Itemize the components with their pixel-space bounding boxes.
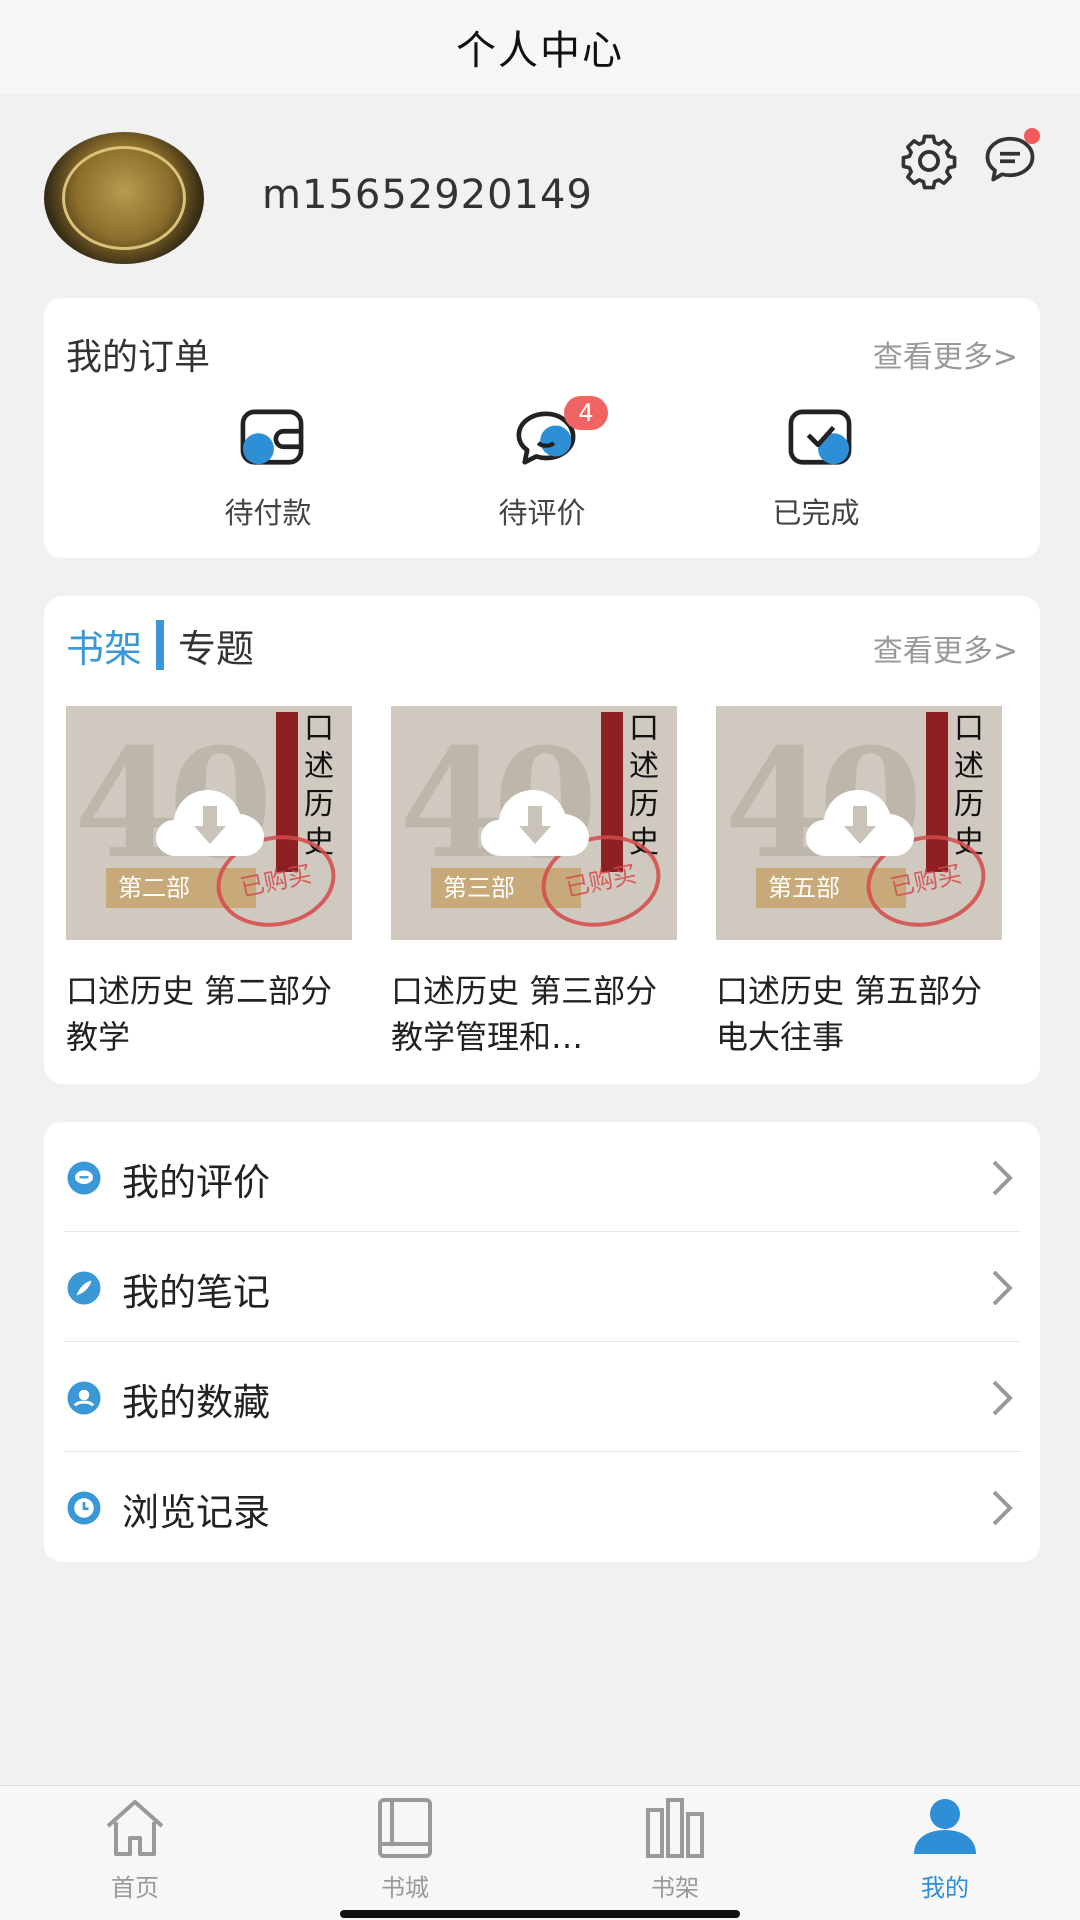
orders-card: 我的订单 查看更多> 待付款 4 待评价 已完成 [44, 298, 1040, 558]
tab-mine[interactable]: 我的 [875, 1796, 1015, 1906]
shelf-more-link[interactable]: 查看更多> [873, 626, 1018, 670]
feather-icon [67, 1271, 101, 1305]
shelf-tabs: 书架 专题 [66, 618, 254, 673]
order-label: 已完成 [772, 496, 860, 530]
cloud-download-icon [806, 790, 914, 856]
book-title[interactable]: 口述历史 第三部分 教学管理和… [391, 968, 683, 1060]
order-completed[interactable]: 已完成 [716, 408, 916, 538]
username: m15652920149 [262, 172, 593, 218]
tab-label: 我的 [921, 1874, 969, 1902]
cloud-download-icon [156, 790, 264, 856]
tab-bookshelf[interactable]: 书架 [66, 618, 142, 673]
order-pending-review[interactable]: 4 待评价 [442, 396, 642, 538]
menu-card: 我的评价 我的笔记 我的数藏 浏览记录 [44, 1122, 1040, 1562]
clock-icon [67, 1491, 101, 1525]
book-title[interactable]: 口述历史 第二部分 教学 [66, 968, 358, 1060]
book-cover[interactable]: 40 口述历史 第五部 已购买 [716, 706, 1002, 940]
tab-home[interactable]: 首页 [65, 1796, 205, 1906]
tab-label: 书架 [651, 1874, 699, 1902]
home-icon [106, 1800, 164, 1856]
menu-item-browse-history[interactable]: 浏览记录 [64, 1452, 1020, 1562]
tab-divider [156, 620, 165, 670]
orders-more-link[interactable]: 查看更多> [873, 332, 1018, 376]
unread-dot [1024, 128, 1040, 144]
book-cover[interactable]: 40 口述历史 第三部 已购买 [391, 706, 677, 940]
bottom-tab-bar: 首页 书城 书架 我的 [0, 1785, 1080, 1920]
chevron-right-icon [992, 1490, 1013, 1526]
review-count-badge: 4 [564, 396, 608, 430]
page-title: 个人中心 [456, 28, 624, 74]
order-pending-payment[interactable]: 待付款 [168, 408, 368, 538]
home-indicator [340, 1910, 740, 1918]
menu-label: 浏览记录 [122, 1491, 270, 1534]
menu-label: 我的数藏 [122, 1381, 270, 1424]
order-label: 待付款 [224, 496, 312, 530]
avatar[interactable] [44, 132, 204, 264]
menu-item-my-collection[interactable]: 我的数藏 [64, 1342, 1020, 1452]
profile-header: m15652920149 [0, 94, 1080, 294]
wallet-icon [240, 409, 304, 465]
chevron-right-icon [992, 1380, 1013, 1416]
tab-topics[interactable]: 专题 [178, 618, 254, 673]
cloud-download-icon [481, 790, 589, 856]
gear-icon[interactable] [898, 130, 960, 192]
tab-bookshelf[interactable]: 书架 [605, 1796, 745, 1906]
bookshelf-card: 书架 专题 查看更多> 40 口述历史 第二部 已购买 口述历史 第二部分 教学… [44, 596, 1040, 1084]
collection-icon [67, 1381, 101, 1415]
book-title[interactable]: 口述历史 第五部分 电大往事 [716, 968, 1008, 1060]
comment-circle-icon [67, 1161, 101, 1195]
user-icon [914, 1799, 976, 1854]
menu-label: 我的笔记 [122, 1271, 270, 1314]
check-icon [788, 409, 852, 465]
orders-title: 我的订单 [66, 337, 211, 378]
order-label: 待评价 [498, 496, 586, 530]
book-icon [378, 1798, 432, 1858]
chevron-right-icon [992, 1160, 1013, 1196]
menu-item-my-reviews[interactable]: 我的评价 [64, 1122, 1020, 1232]
messages-button[interactable] [980, 128, 1040, 190]
tab-label: 首页 [111, 1874, 159, 1902]
menu-label: 我的评价 [122, 1161, 270, 1204]
tab-bookstore[interactable]: 书城 [335, 1796, 475, 1906]
top-bar: 个人中心 [0, 0, 1080, 94]
chevron-right-icon [992, 1270, 1013, 1306]
book-cover[interactable]: 40 口述历史 第二部 已购买 [66, 706, 352, 940]
menu-item-my-notes[interactable]: 我的笔记 [64, 1232, 1020, 1342]
tab-label: 书城 [381, 1874, 429, 1902]
bookshelf-icon [646, 1798, 704, 1858]
